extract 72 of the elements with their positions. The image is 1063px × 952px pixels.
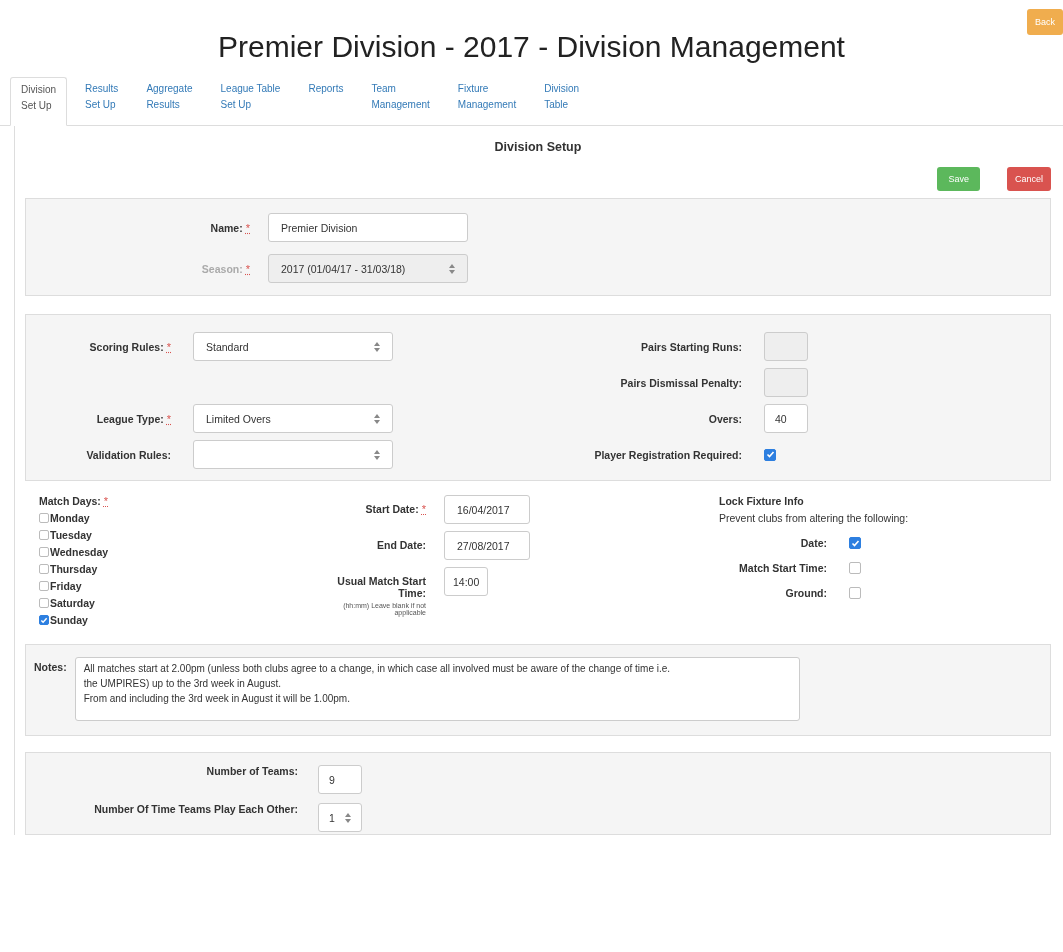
checkbox[interactable]	[39, 615, 49, 625]
field-label: Player Registration Required:	[594, 448, 742, 461]
section-title: Division Setup	[493, 139, 583, 154]
day-label: Saturday	[50, 597, 95, 609]
field-label: Start Date:	[365, 503, 419, 515]
caret-icon	[345, 812, 351, 823]
field-label: Scoring Rules:	[89, 340, 164, 353]
checkbox[interactable]	[39, 547, 49, 557]
field-label: End Date:	[377, 539, 426, 551]
day-label: Friday	[50, 580, 82, 592]
tab[interactable]: League Table Set Up	[210, 77, 291, 125]
field-label: League Type:	[96, 412, 164, 425]
required-mark: *	[421, 503, 426, 515]
cancel-button[interactable]: Cancel	[1007, 167, 1051, 191]
tab[interactable]: Team Management	[361, 77, 440, 125]
required-mark: *	[245, 262, 250, 275]
checkbox[interactable]	[39, 530, 49, 540]
field-label: Number of Teams:	[206, 765, 298, 777]
checkbox[interactable]	[39, 564, 49, 574]
field-label: Pairs Starting Runs:	[641, 340, 742, 353]
caret-icon	[374, 449, 380, 460]
required-mark: *	[103, 495, 109, 507]
day-label: Sunday	[50, 614, 88, 626]
tab[interactable]: Fixture Management	[447, 77, 527, 125]
checkbox[interactable]	[39, 598, 49, 608]
tab[interactable]: Division Table	[534, 77, 590, 125]
number-field[interactable]: 9	[318, 765, 362, 794]
select-field[interactable]	[193, 440, 393, 469]
field-label: Date:	[800, 537, 827, 549]
notes-field[interactable]: All matches start at 2.00pm (unless both clubs agree to a change, in which case all involved must be aware of the change of time i.e. the UMPIRES) up to the 3rd week in August. From and including the 3rd week in August it will be 1.00pm.	[74, 657, 800, 721]
checkbox[interactable]	[39, 581, 49, 591]
lock-subtitle: Prevent clubs from altering the following:	[719, 512, 909, 524]
field-label: Pairs Dismissal Penalty:	[620, 376, 742, 389]
checkbox[interactable]	[849, 587, 861, 599]
day-label: Monday	[50, 512, 90, 524]
field-label: Ground:	[785, 587, 827, 599]
tab[interactable]: Results Set Up	[75, 77, 129, 125]
select-field[interactable]: 1	[318, 803, 362, 832]
caret-icon	[449, 263, 455, 274]
date-field[interactable]: 14:00	[444, 567, 488, 596]
caret-icon	[374, 413, 380, 424]
field-label: Usual Match Start Time:	[336, 575, 426, 599]
tab[interactable]: Reports	[298, 77, 354, 125]
field-label: Season:	[201, 262, 243, 275]
tab[interactable]: Aggregate Results	[136, 77, 203, 125]
day-label: Tuesday	[50, 529, 92, 541]
field-label: Match Days:	[39, 495, 101, 507]
day-label: Wednesday	[50, 546, 109, 558]
number-field[interactable]: 40	[764, 404, 808, 433]
select-field[interactable]: Limited Overs	[193, 404, 393, 433]
name-field[interactable]: Premier Division	[268, 213, 468, 242]
tab[interactable]: Division Set Up	[10, 77, 67, 126]
field-label: Match Start Time:	[739, 562, 827, 574]
required-mark: *	[166, 412, 171, 425]
field-label: Validation Rules:	[86, 448, 171, 461]
day-label: Thursday	[50, 563, 98, 575]
checkbox[interactable]	[764, 448, 776, 461]
field-label: Notes:	[34, 661, 67, 673]
field-label: Number Of Time Teams Play Each Other:	[94, 803, 298, 815]
checkbox[interactable]	[849, 537, 861, 549]
lock-title: Lock Fixture Info	[719, 495, 805, 507]
caret-icon	[374, 341, 380, 352]
page-title: Premier Division - 2017 - Division Management	[218, 30, 845, 64]
field-label: Name:	[210, 221, 243, 234]
select-field[interactable]: Standard	[193, 332, 393, 361]
required-mark: *	[245, 221, 250, 234]
field-label: Overs:	[708, 412, 742, 425]
date-field[interactable]: 27/08/2017	[444, 531, 530, 560]
checkbox[interactable]	[849, 562, 861, 574]
required-mark: *	[166, 340, 171, 353]
date-field[interactable]: 16/04/2017	[444, 495, 530, 524]
checkbox[interactable]	[39, 513, 49, 523]
